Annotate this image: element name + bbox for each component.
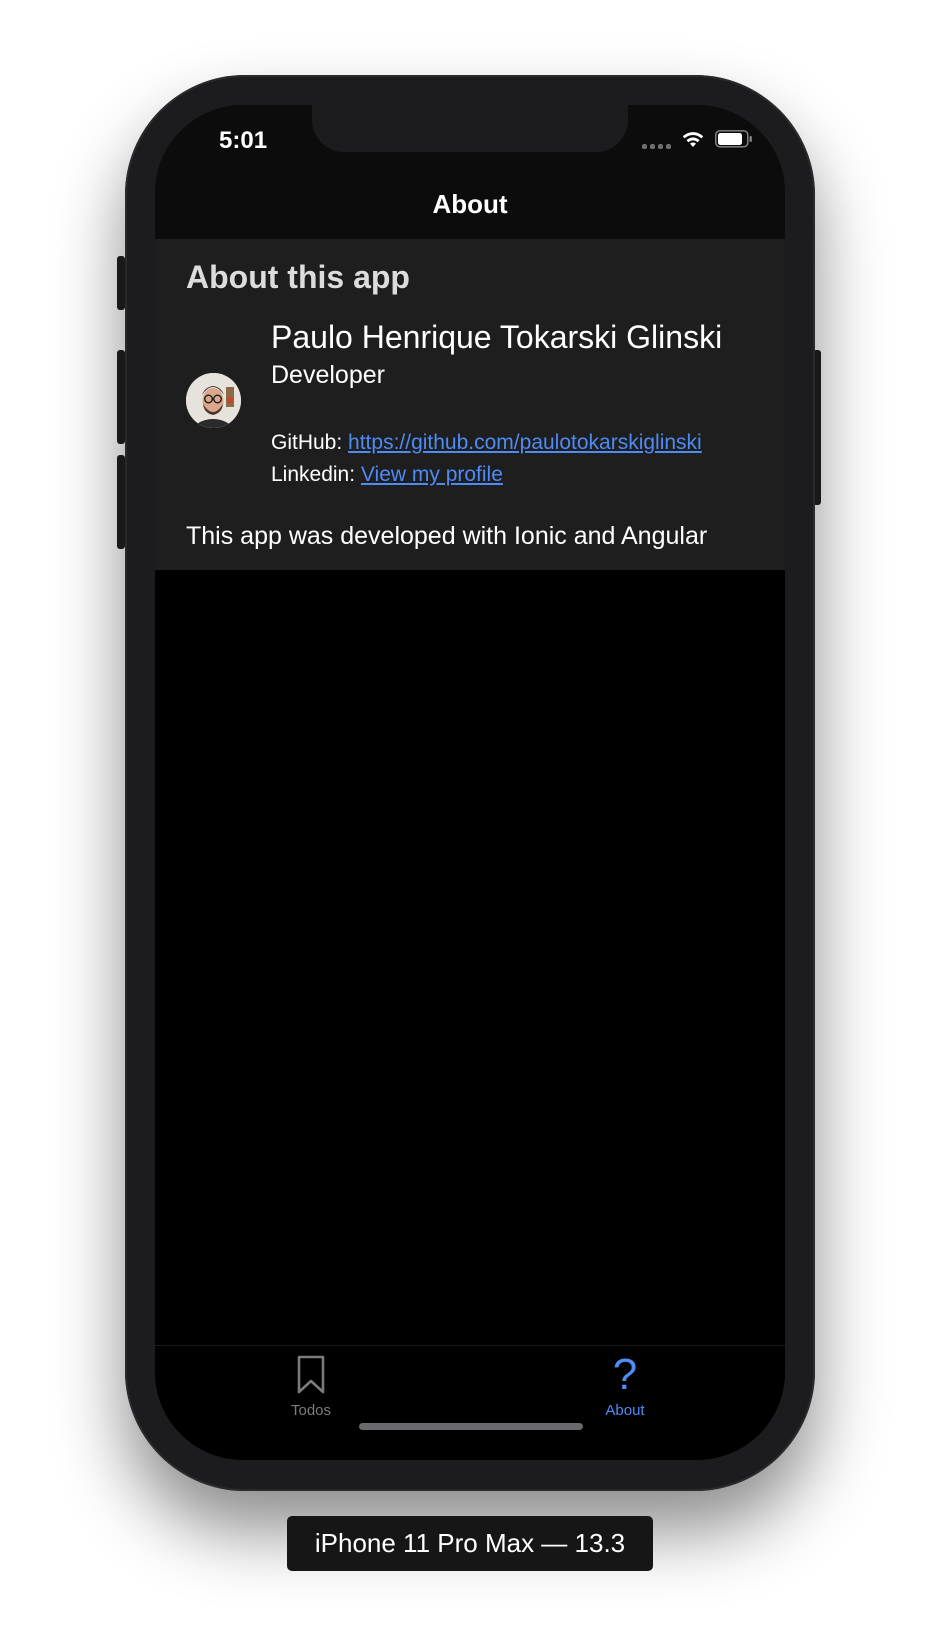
developer-role: Developer	[271, 361, 385, 389]
avatar-portrait-icon	[186, 373, 241, 428]
about-card: About this app Paulo Henrique Tokarski G…	[155, 239, 785, 570]
status-icons	[642, 129, 753, 149]
status-time: 5:01	[219, 127, 268, 154]
app-description: This app was developed with Ionic and An…	[186, 522, 708, 550]
tab-about-label: About	[605, 1402, 645, 1419]
battery-icon	[715, 130, 753, 148]
bookmark-icon	[297, 1355, 325, 1394]
page-title: About	[432, 189, 508, 219]
tab-about[interactable]: ? About	[545, 1350, 705, 1420]
question-icon: ?	[612, 1350, 638, 1399]
card-title: About this app	[186, 259, 410, 295]
linkedin-row: Linkedin: View my profile	[271, 463, 503, 487]
github-link[interactable]: https://github.com/paulotokarskiglinski	[348, 431, 702, 454]
linkedin-label: Linkedin:	[271, 463, 356, 486]
github-row: GitHub: https://github.com/paulotokarski…	[271, 431, 702, 455]
phone-screen: 5:01 About About this app Paulo Henrique…	[155, 105, 785, 1460]
home-indicator[interactable]	[359, 1423, 583, 1430]
tab-bar: Todos ? About	[155, 1345, 785, 1460]
signal-icon	[642, 129, 671, 149]
linkedin-link[interactable]: View my profile	[361, 463, 503, 486]
device-label: iPhone 11 Pro Max — 13.3	[287, 1516, 653, 1571]
developer-name: Paulo Henrique Tokarski Glinski	[271, 319, 723, 355]
tab-todos-label: Todos	[290, 1402, 332, 1419]
volume-up-button	[117, 350, 125, 444]
wifi-icon	[681, 130, 705, 148]
avatar	[186, 373, 241, 428]
tab-todos[interactable]: Todos	[231, 1352, 391, 1419]
volume-down-button	[117, 455, 125, 549]
device-notch	[312, 105, 628, 152]
github-label: GitHub:	[271, 431, 343, 454]
mute-switch	[117, 256, 125, 310]
